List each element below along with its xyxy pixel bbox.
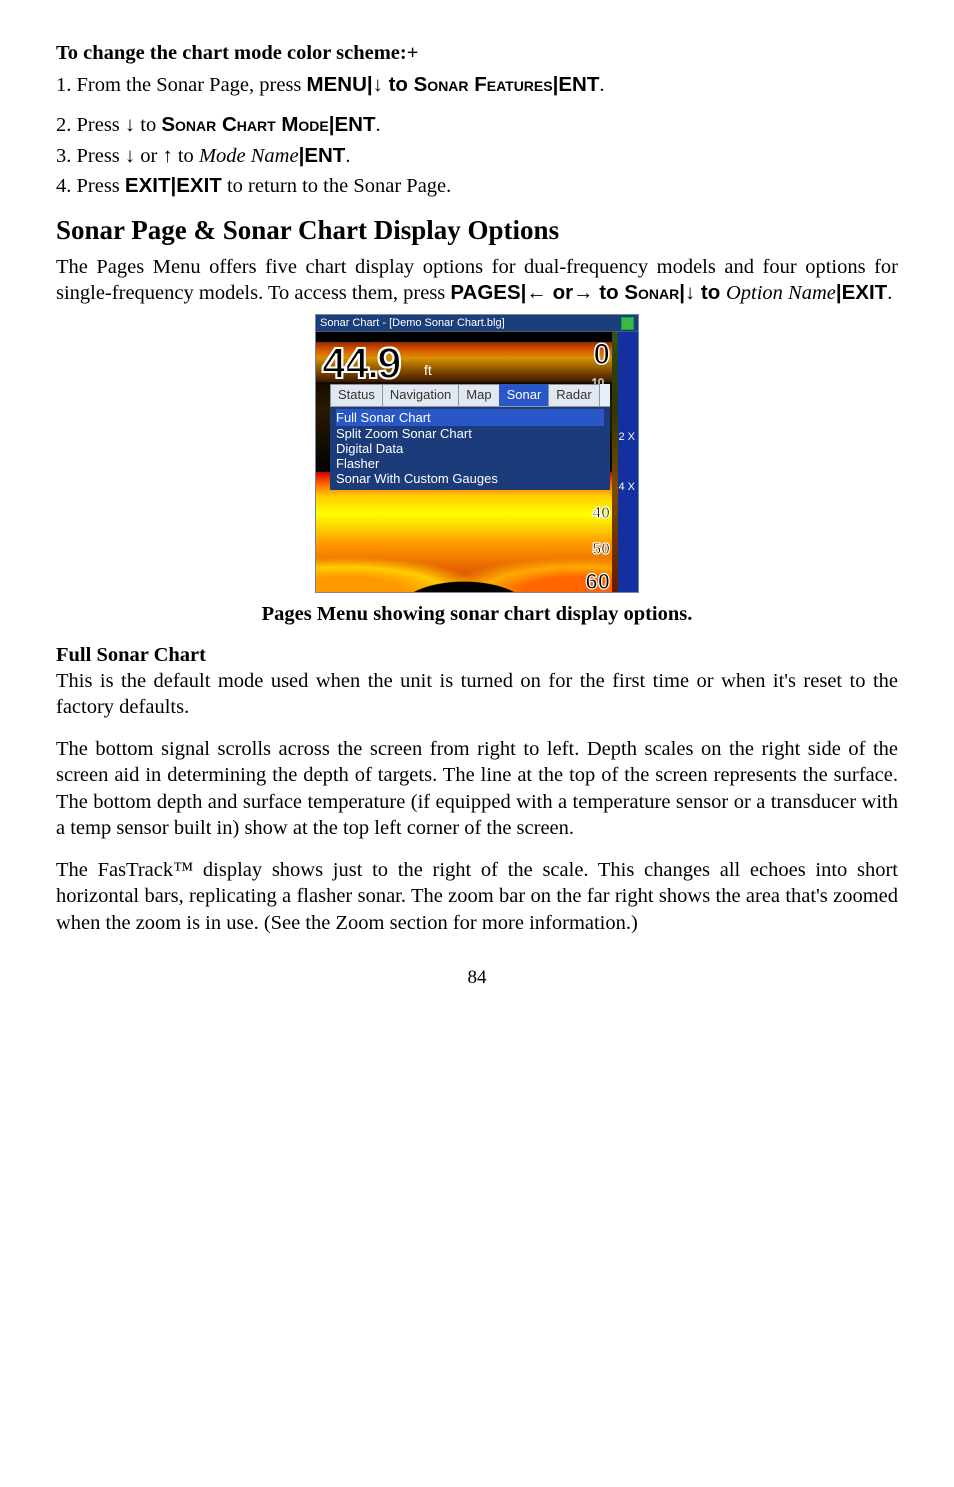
step-4: 4. Press EXIT|EXIT to return to the Sona… xyxy=(56,173,898,199)
step2-text-a: 2. Press ↓ to xyxy=(56,114,161,136)
step2-text-c: . xyxy=(376,114,381,136)
intro-optionname: Option Name xyxy=(726,282,836,304)
option-flasher: Flasher xyxy=(336,456,604,471)
intro-sonar: Sonar xyxy=(624,281,679,304)
zoom-2x: 2 X xyxy=(618,432,635,442)
step2-ent: ENT xyxy=(335,113,376,136)
step1-features: Sonar Features xyxy=(414,73,553,96)
bottom-terrain xyxy=(316,472,612,592)
step2-mode: Sonar Chart Mode xyxy=(161,113,328,136)
step-1: 1. From the Sonar Page, press MENU|↓ to … xyxy=(56,72,898,98)
depth-unit: ft xyxy=(424,362,432,380)
step1-ent: ENT xyxy=(558,73,599,96)
intro-pages: PAGES xyxy=(450,281,520,304)
option-custom-gauges: Sonar With Custom Gauges xyxy=(336,471,604,486)
zoom-bar: 2 X 4 X xyxy=(618,332,638,592)
zoom-4x: 4 X xyxy=(618,482,635,492)
figure-title-text: Sonar Chart - [Demo Sonar Chart.blg] xyxy=(320,316,505,330)
step4-text-c: to return to the Sonar Page. xyxy=(222,175,451,197)
figure-caption: Pages Menu showing sonar chart display o… xyxy=(56,601,898,627)
step-3: 3. Press ↓ or ↑ to Mode Name|ENT. xyxy=(56,143,898,169)
scale-0: 0 xyxy=(593,336,610,374)
scale-40: 40 xyxy=(592,504,610,524)
step1-text-d: . xyxy=(599,74,604,96)
step1-text-b: |↓ to xyxy=(367,73,414,96)
full-para-3: The FasTrack™ display shows just to the … xyxy=(56,857,898,936)
close-icon xyxy=(621,317,634,330)
step3-text-c: . xyxy=(345,145,350,167)
tab-status: Status xyxy=(330,384,383,406)
tab-options-list: Full Sonar Chart Split Zoom Sonar Chart … xyxy=(330,407,610,490)
tab-navigation: Navigation xyxy=(382,384,459,406)
page-number: 84 xyxy=(56,966,898,990)
step3-ent: ENT xyxy=(304,144,345,167)
sonar-display: 2 X 4 X 44.9 ft 0 10 40 50 60 Status Nav… xyxy=(316,331,638,592)
step1-text-a: 1. From the Sonar Page, press xyxy=(56,74,307,96)
step-2: 2. Press ↓ to Sonar Chart Mode|ENT. xyxy=(56,112,898,138)
scale-60: 60 xyxy=(586,568,610,592)
step4-exit1: EXIT xyxy=(125,174,171,197)
heading-change-color: To change the chart mode color scheme:+ xyxy=(56,40,898,66)
intro-e: . xyxy=(887,282,892,304)
subhead-full-sonar: Full Sonar Chart xyxy=(56,642,898,668)
full-para-2: The bottom signal scrolls across the scr… xyxy=(56,736,898,841)
intro-b: |← or→ to xyxy=(521,281,625,304)
section-title: Sonar Page & Sonar Chart Display Options xyxy=(56,213,898,248)
step4-text-a: 4. Press xyxy=(56,175,125,197)
intro-paragraph: The Pages Menu offers five chart display… xyxy=(56,254,898,306)
step3-text-a: 3. Press ↓ or ↑ to xyxy=(56,145,199,167)
full-para-1: This is the default mode used when the u… xyxy=(56,668,898,720)
intro-c: |↓ to xyxy=(679,281,726,304)
figure-titlebar: Sonar Chart - [Demo Sonar Chart.blg] xyxy=(316,315,638,331)
step1-menu: MENU xyxy=(307,73,367,96)
option-full-sonar: Full Sonar Chart xyxy=(336,409,604,426)
intro-exit: EXIT xyxy=(842,281,888,304)
figure-window: Sonar Chart - [Demo Sonar Chart.blg] 2 X… xyxy=(315,314,639,593)
tab-sonar: Sonar xyxy=(499,384,550,406)
option-digital-data: Digital Data xyxy=(336,441,604,456)
pages-menu-figure: Sonar Chart - [Demo Sonar Chart.blg] 2 X… xyxy=(315,314,639,593)
pages-menu-panel: Status Navigation Map Sonar Radar Full S… xyxy=(330,384,610,490)
tab-radar: Radar xyxy=(548,384,599,406)
scale-50: 50 xyxy=(592,540,610,560)
tab-map: Map xyxy=(458,384,499,406)
step4-exit2: EXIT xyxy=(176,174,222,197)
step3-modename: Mode Name xyxy=(199,145,299,167)
option-split-zoom: Split Zoom Sonar Chart xyxy=(336,426,604,441)
tab-row: Status Navigation Map Sonar Radar xyxy=(330,384,610,407)
